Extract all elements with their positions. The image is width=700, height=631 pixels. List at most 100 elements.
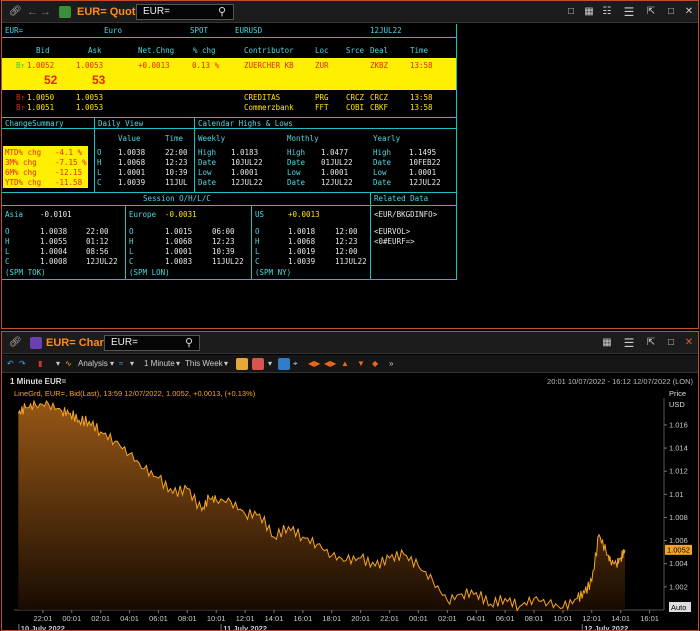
search-icon[interactable]: ⚲ — [185, 332, 193, 354]
row2-bid: 1.0051 — [27, 103, 55, 112]
yearly-low-key: Low — [373, 168, 387, 177]
x-tick-label: 18:01 — [322, 614, 341, 623]
header-name: Euro — [104, 26, 123, 35]
monthly-high-value: 1.0477 — [321, 148, 349, 157]
main-quote-row[interactable]: B↑ 1.0052 1.0053 +0.0013 0.13 % ZUERCHER… — [2, 58, 457, 90]
close-icon[interactable]: ✕ — [680, 3, 698, 21]
row2-time: 13:58 — [410, 103, 433, 112]
compare-icon[interactable] — [252, 358, 264, 370]
main-deal: ZKBZ — [370, 61, 389, 70]
price-area — [18, 401, 626, 611]
analysis-icon[interactable]: ∿ — [65, 355, 72, 373]
row1-bid: 1.0050 — [27, 93, 55, 102]
main-contributor: ZUERCHER KB — [244, 61, 294, 70]
chevron-down-icon[interactable]: ▾ — [110, 355, 114, 373]
asia-c-key: C — [5, 257, 10, 266]
col-srce: Srce — [346, 46, 365, 55]
asia-l-key: L — [5, 247, 10, 256]
main-time: 13:58 — [410, 61, 433, 70]
flag-icon[interactable]: ▮ — [38, 355, 42, 373]
yearly-date1-value: 10FEB22 — [409, 158, 441, 167]
chevron-down-icon[interactable]: ▾ — [56, 355, 60, 373]
menu-icon[interactable]: ☰ — [620, 334, 638, 352]
yearly-low-value: 1.0001 — [409, 168, 437, 177]
search-icon[interactable]: ⚲ — [218, 1, 226, 23]
interval-icon[interactable]: ≈ — [119, 355, 123, 373]
header-type: SPOT — [190, 26, 209, 35]
y-tick-label: 1.01 — [669, 490, 684, 499]
crosshair-icon[interactable]: ⌖ — [293, 355, 298, 373]
interval-select[interactable]: 1 Minute — [144, 355, 175, 373]
range-select[interactable]: This Week — [185, 355, 223, 373]
price-chart[interactable]: 1 Minute EUR= 20:01 10/07/2022 - 16:12 12… — [2, 374, 699, 631]
yearly-high-value: 1.1495 — [409, 148, 437, 157]
col-loc: Loc — [315, 46, 329, 55]
row1-contributor: CREDITAS — [244, 93, 281, 102]
export-icon[interactable]: ▦ — [580, 3, 598, 21]
y-tick-label: 1.014 — [669, 444, 688, 453]
link-icon[interactable]: 🔗︎ — [9, 332, 22, 354]
weekly-date1-key: Date — [198, 158, 217, 167]
chart-type-icon[interactable] — [236, 358, 248, 370]
us-l-key: L — [255, 247, 260, 256]
new-window-icon[interactable]: □ — [562, 3, 580, 21]
undo-icon[interactable]: ↶ — [7, 355, 14, 373]
weekly-low-value: 1.0001 — [231, 168, 259, 177]
europe-c-value: 1.0083 — [165, 257, 193, 266]
x-tick-label: 00:01 — [62, 614, 81, 623]
draw-icon[interactable] — [278, 358, 290, 370]
y-tick-label: 1.006 — [669, 536, 688, 545]
europe-name: Europe — [129, 210, 157, 219]
menu-icon[interactable]: ☰ — [620, 3, 638, 21]
europe-chg: -0.0031 — [165, 210, 197, 219]
maximize-icon[interactable]: □ — [662, 3, 680, 21]
expand-vertical-icon[interactable]: ▲ — [341, 355, 349, 373]
chevron-down-icon[interactable]: ▾ — [268, 355, 272, 373]
divider — [2, 205, 457, 206]
daily-c-time: 11JUL — [165, 178, 188, 187]
chevron-down-icon[interactable]: ▾ — [176, 355, 180, 373]
more-icon[interactable]: » — [389, 355, 393, 373]
chevron-down-icon[interactable]: ▾ — [130, 355, 134, 373]
pan-left-icon[interactable]: ◀▶ — [308, 355, 320, 373]
chevron-down-icon[interactable]: ▾ — [224, 355, 228, 373]
big-ask: 53 — [92, 73, 106, 87]
monthly-date1-value: 01JUL22 — [321, 158, 353, 167]
analysis-button[interactable]: Analysis — [78, 355, 108, 373]
maximize-icon[interactable]: □ — [662, 334, 680, 352]
x-tick-label: 04:01 — [467, 614, 486, 623]
unlink-icon[interactable]: ⇱ — [642, 3, 660, 21]
redo-icon[interactable]: ↷ — [19, 355, 26, 373]
close-icon[interactable]: ✕ — [680, 334, 698, 352]
chart-window-title: EUR= Chart — [46, 337, 108, 349]
related-link-bkgdinfo[interactable]: <EUR/BKGDINFO> — [374, 210, 437, 220]
forward-arrow-icon[interactable]: → — [40, 1, 51, 23]
tree-icon[interactable]: ☷ — [598, 3, 616, 21]
col-contributor: Contributor — [244, 46, 294, 55]
row1-flag: B↑ — [16, 93, 26, 102]
related-link-eurvol[interactable]: <EURVOL> — [374, 227, 410, 237]
chart-titlebar: 🔗︎ EUR= Chart EUR= ⚲ ▦ ☰ ⇱ □ ✕ — [2, 332, 698, 354]
related-link-eurf[interactable]: <0#EURF=> — [374, 237, 415, 247]
yearly-date2-value: 12JUL22 — [409, 178, 441, 187]
zoom-icon[interactable]: ◀▶ — [324, 355, 336, 373]
x-tick-label: 02:01 — [91, 614, 110, 623]
y-tick-label: 1.016 — [669, 420, 688, 429]
compress-vertical-icon[interactable]: ▼ — [357, 355, 365, 373]
chart-search-value: EUR= — [111, 337, 138, 348]
x-tick-label: 10:01 — [207, 614, 226, 623]
weekly-date2-value: 12JUL22 — [231, 178, 263, 187]
export-icon[interactable]: ▦ — [598, 334, 616, 352]
back-arrow-icon[interactable]: ← — [27, 1, 38, 23]
fit-icon[interactable]: ◆ — [372, 355, 378, 373]
x-tick-label: 12:01 — [582, 614, 601, 623]
6m-value: -12.15 — [55, 168, 83, 177]
related-title: Related Data — [374, 194, 429, 203]
asia-h-key: H — [5, 237, 10, 246]
asia-o-value: 1.0038 — [40, 227, 68, 236]
unlink-icon[interactable]: ⇱ — [642, 334, 660, 352]
link-icon[interactable]: 🔗︎ — [9, 1, 22, 23]
big-bid: 52 — [44, 73, 58, 87]
europe-c-time: 11JUL22 — [212, 257, 244, 266]
x-tick-label: 20:01 — [351, 614, 370, 623]
